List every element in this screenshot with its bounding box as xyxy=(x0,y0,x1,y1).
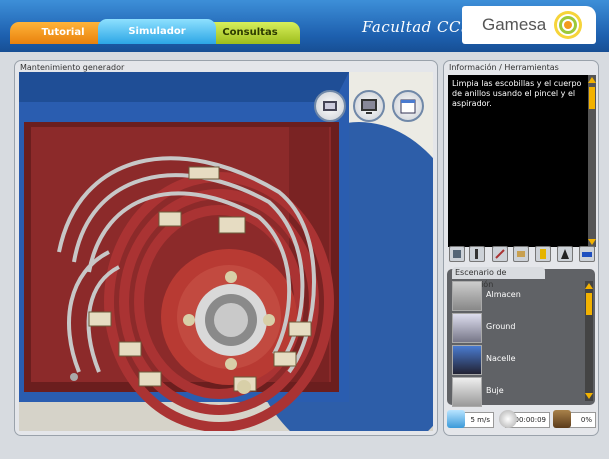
scenario-item-buje[interactable]: Buje xyxy=(452,377,582,407)
main-tabs: Tutorial Consultas Simulador xyxy=(10,19,300,44)
zoom-view-icon xyxy=(323,101,337,111)
tool-7-icon xyxy=(582,252,592,257)
brand-name: Gamesa xyxy=(482,15,547,34)
scenario-label: Almacen xyxy=(486,290,521,299)
info-scrollbar[interactable] xyxy=(588,75,596,247)
status-bar: 5 m/s 00:00:09 0% xyxy=(447,410,597,430)
info-message-box: Limpia las escobillas y el cuerpo de ani… xyxy=(448,75,596,247)
tool-5-button[interactable] xyxy=(535,246,551,262)
monitor-view-icon xyxy=(361,99,377,114)
gamesa-sun-logo-icon xyxy=(554,11,582,39)
scenario-item-nacelle[interactable]: Nacelle xyxy=(452,345,582,375)
scenario-label: Ground xyxy=(486,322,516,331)
chest-icon xyxy=(553,410,571,428)
timer-value: 00:00:09 xyxy=(514,416,546,424)
tool-4-button[interactable] xyxy=(513,246,529,262)
zoom-view-button[interactable] xyxy=(314,90,346,122)
info-panel-title: Información / Herramientas xyxy=(449,63,559,72)
info-tools-panel: Información / Herramientas Limpia las es… xyxy=(443,60,599,436)
scenario-scrollbar[interactable] xyxy=(585,281,593,401)
main-view-panel: Mantenimiento generador xyxy=(14,60,438,436)
ground-thumbnail xyxy=(452,313,482,343)
buje-thumbnail xyxy=(452,377,482,407)
tool-5-icon xyxy=(540,249,546,259)
scenario-item-ground[interactable]: Ground xyxy=(452,313,582,343)
tool-3-button[interactable] xyxy=(492,246,508,262)
main-view-title: Mantenimiento generador xyxy=(20,63,125,72)
scenario-item-almacen[interactable]: Almacen xyxy=(452,281,582,311)
tool-6-icon xyxy=(561,249,569,259)
tool-bar xyxy=(447,246,597,264)
tool-1-button[interactable] xyxy=(449,246,465,262)
calendar-view-button[interactable] xyxy=(392,90,424,122)
clock-icon xyxy=(499,410,517,428)
brand-logo: Gamesa xyxy=(462,6,596,44)
wind-icon xyxy=(447,410,465,428)
scroll-arrows-icon xyxy=(588,77,596,245)
nacelle-thumbnail xyxy=(452,345,482,375)
progress-value: 0% xyxy=(580,416,592,424)
info-message: Limpia las escobillas y el cuerpo de ani… xyxy=(452,79,582,108)
tab-simulador[interactable]: Simulador xyxy=(98,19,216,44)
generator-illustration xyxy=(19,72,433,431)
faculty-title: Facultad CCS xyxy=(362,18,472,36)
scenario-title: Escenario de ubicación xyxy=(452,267,545,289)
scenario-panel: Escenario de ubicación Almacen Ground Na… xyxy=(447,267,595,407)
almacen-thumbnail xyxy=(452,281,482,311)
tool-4-icon xyxy=(517,251,525,257)
calendar-view-icon xyxy=(400,99,416,114)
top-bar: Tutorial Consultas Simulador Facultad CC… xyxy=(0,0,609,52)
tool-2-icon xyxy=(475,249,478,259)
generator-3d-viewport[interactable] xyxy=(19,72,433,431)
tool-7-button[interactable] xyxy=(579,246,595,262)
monitor-view-button[interactable] xyxy=(353,90,385,122)
tool-6-button[interactable] xyxy=(557,246,573,262)
scenario-label: Nacelle xyxy=(486,354,516,363)
scroll-arrows-icon xyxy=(585,283,593,399)
tool-3-icon xyxy=(495,249,505,259)
wind-speed-value: 5 m/s xyxy=(470,416,490,424)
tool-2-button[interactable] xyxy=(469,246,485,262)
scenario-label: Buje xyxy=(486,386,504,395)
tool-1-icon xyxy=(453,250,461,258)
